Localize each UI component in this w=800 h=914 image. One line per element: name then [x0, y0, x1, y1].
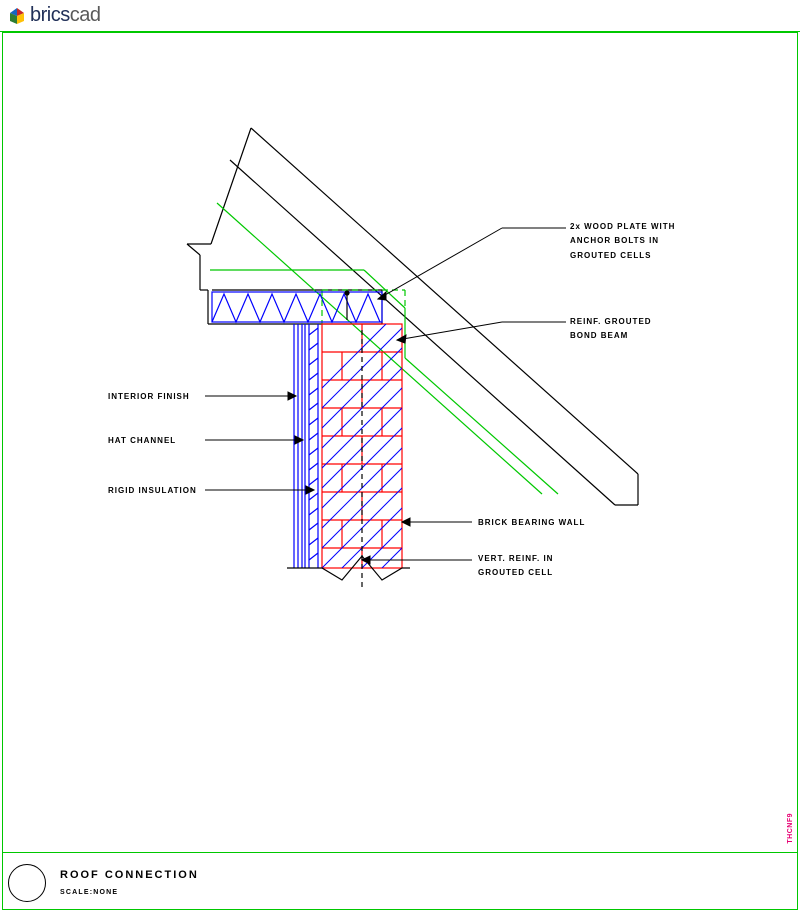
- drawing-title: ROOF CONNECTION: [60, 869, 199, 881]
- detail-marker-icon: [8, 864, 46, 902]
- label-wood-plate: 2x WOOD PLATE WITH ANCHOR BOLTS IN GROUT…: [570, 220, 675, 263]
- label-bond-beam: REINF. GROUTED BOND BEAM: [570, 315, 652, 344]
- label-rigid-insulation: RIGID INSULATION: [108, 484, 197, 498]
- label-interior-finish: INTERIOR FINISH: [108, 390, 190, 404]
- drawing-id-tag: THCNF9: [787, 813, 794, 844]
- bricscad-logo-icon: [8, 7, 26, 25]
- brand-text: bricscad: [30, 4, 100, 27]
- label-vert-reinf: VERT. REINF. IN GROUTED CELL: [478, 552, 553, 581]
- header-bar: bricscad: [0, 0, 800, 32]
- label-brick-bearing-wall: BRICK BEARING WALL: [478, 516, 585, 530]
- drawing-scale: SCALE:NONE: [60, 889, 199, 896]
- label-hat-channel: HAT CHANNEL: [108, 434, 176, 448]
- title-block: ROOF CONNECTION SCALE:NONE: [2, 852, 798, 912]
- cad-drawing: [2, 60, 798, 760]
